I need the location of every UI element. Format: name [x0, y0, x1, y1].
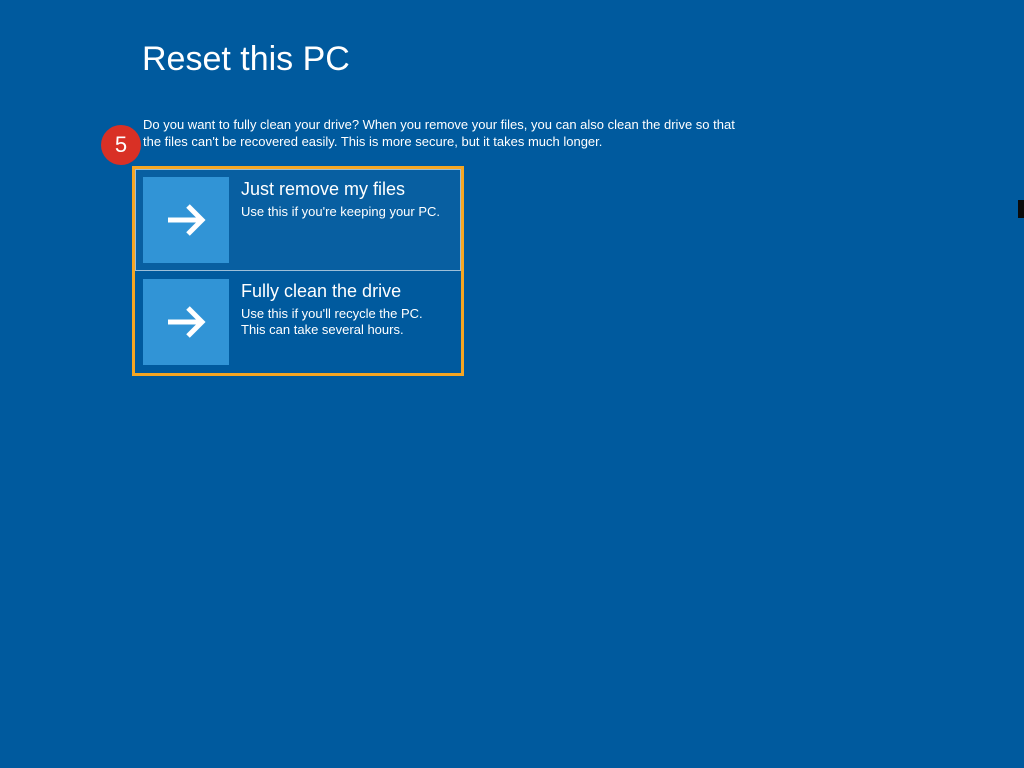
page-description: Do you want to fully clean your drive? W…	[143, 117, 753, 151]
option-text: Fully clean the drive Use this if you'll…	[229, 279, 449, 338]
option-title: Fully clean the drive	[241, 281, 449, 303]
option-title: Just remove my files	[241, 179, 440, 201]
page-title: Reset this PC	[142, 40, 350, 79]
option-fully-clean-drive[interactable]: Fully clean the drive Use this if you'll…	[135, 271, 461, 373]
options-highlight-box: Just remove my files Use this if you're …	[132, 166, 464, 376]
step-badge: 5	[101, 125, 141, 165]
option-description: Use this if you'll recycle the PC. This …	[241, 306, 449, 339]
arrow-right-icon	[143, 279, 229, 365]
option-text: Just remove my files Use this if you're …	[229, 177, 440, 220]
arrow-right-icon	[143, 177, 229, 263]
edge-window-tab	[1018, 200, 1024, 218]
option-description: Use this if you're keeping your PC.	[241, 204, 440, 220]
option-just-remove-files[interactable]: Just remove my files Use this if you're …	[135, 169, 461, 271]
